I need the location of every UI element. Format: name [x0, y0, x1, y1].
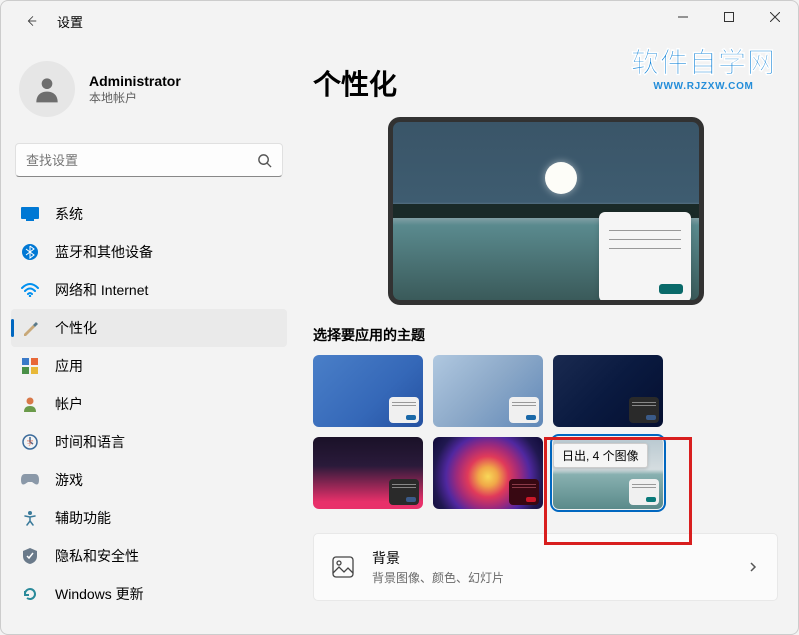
sidebar-item-privacy[interactable]: 隐私和安全性	[11, 537, 287, 575]
minimize-button[interactable]	[660, 1, 706, 33]
background-icon	[332, 556, 354, 578]
sidebar-item-system[interactable]: 系统	[11, 195, 287, 233]
sidebar-item-label: 隐私和安全性	[55, 546, 139, 566]
sidebar-item-windows-update[interactable]: Windows 更新	[11, 575, 287, 613]
theme-tooltip: 日出, 4 个图像	[553, 443, 648, 468]
accessibility-icon	[21, 509, 39, 527]
privacy-icon	[21, 547, 39, 565]
gaming-icon	[21, 471, 39, 489]
sidebar-item-network[interactable]: 网络和 Internet	[11, 271, 287, 309]
chevron-right-icon	[747, 561, 759, 573]
background-setting-row[interactable]: 背景 背景图像、颜色、幻灯片	[313, 533, 778, 601]
user-type: 本地帐户	[89, 89, 181, 106]
themes-section-label: 选择要应用的主题	[313, 325, 778, 345]
setting-desc: 背景图像、颜色、幻灯片	[372, 569, 747, 586]
maximize-button[interactable]	[706, 1, 752, 33]
sidebar-item-label: 网络和 Internet	[55, 280, 148, 300]
watermark: 软件自学网 WWW.RJZXW.COM	[631, 41, 776, 92]
sidebar-item-accounts[interactable]: 帐户	[11, 385, 287, 423]
sidebar-item-label: 时间和语言	[55, 432, 125, 452]
sidebar: Administrator 本地帐户 系统 蓝牙和其他设备 网络和 Intern…	[1, 41, 297, 634]
user-name: Administrator	[89, 73, 181, 89]
search-icon	[257, 153, 272, 168]
sidebar-item-gaming[interactable]: 游戏	[11, 461, 287, 499]
search-input[interactable]	[26, 153, 257, 168]
sidebar-item-label: Windows 更新	[55, 584, 144, 604]
windows-update-icon	[21, 585, 39, 603]
sidebar-item-label: 辅助功能	[55, 508, 111, 528]
apps-icon	[21, 357, 39, 375]
setting-title: 背景	[372, 548, 747, 568]
search-box[interactable]	[15, 143, 283, 177]
close-button[interactable]	[752, 1, 798, 33]
sidebar-item-label: 个性化	[55, 318, 97, 338]
sidebar-item-personalization[interactable]: 个性化	[11, 309, 287, 347]
theme-option-1[interactable]	[313, 355, 423, 427]
sidebar-item-bluetooth[interactable]: 蓝牙和其他设备	[11, 233, 287, 271]
personalization-icon	[21, 319, 39, 337]
accounts-icon	[21, 395, 39, 413]
sidebar-item-label: 应用	[55, 356, 83, 376]
sidebar-item-label: 帐户	[55, 394, 83, 414]
sidebar-item-label: 系统	[55, 204, 83, 224]
theme-option-3[interactable]	[553, 355, 663, 427]
window-title: 设置	[57, 12, 83, 31]
theme-option-2[interactable]	[433, 355, 543, 427]
theme-option-4[interactable]	[313, 437, 423, 509]
sidebar-item-apps[interactable]: 应用	[11, 347, 287, 385]
sidebar-item-label: 游戏	[55, 470, 83, 490]
sidebar-item-label: 蓝牙和其他设备	[55, 242, 153, 262]
svg-text:字: 字	[27, 439, 33, 447]
network-icon	[21, 281, 39, 299]
user-section[interactable]: Administrator 本地帐户	[11, 53, 287, 131]
system-icon	[21, 205, 39, 223]
desktop-preview	[388, 117, 704, 305]
bluetooth-icon	[21, 243, 39, 261]
back-button[interactable]	[19, 9, 43, 33]
sidebar-item-accessibility[interactable]: 辅助功能	[11, 499, 287, 537]
theme-option-5[interactable]	[433, 437, 543, 509]
main-content: 软件自学网 WWW.RJZXW.COM 个性化 选择要应用的主题 日出, 4 个…	[297, 41, 798, 634]
avatar	[19, 61, 75, 117]
time-language-icon: 字	[21, 433, 39, 451]
sidebar-item-time-language[interactable]: 字 时间和语言	[11, 423, 287, 461]
